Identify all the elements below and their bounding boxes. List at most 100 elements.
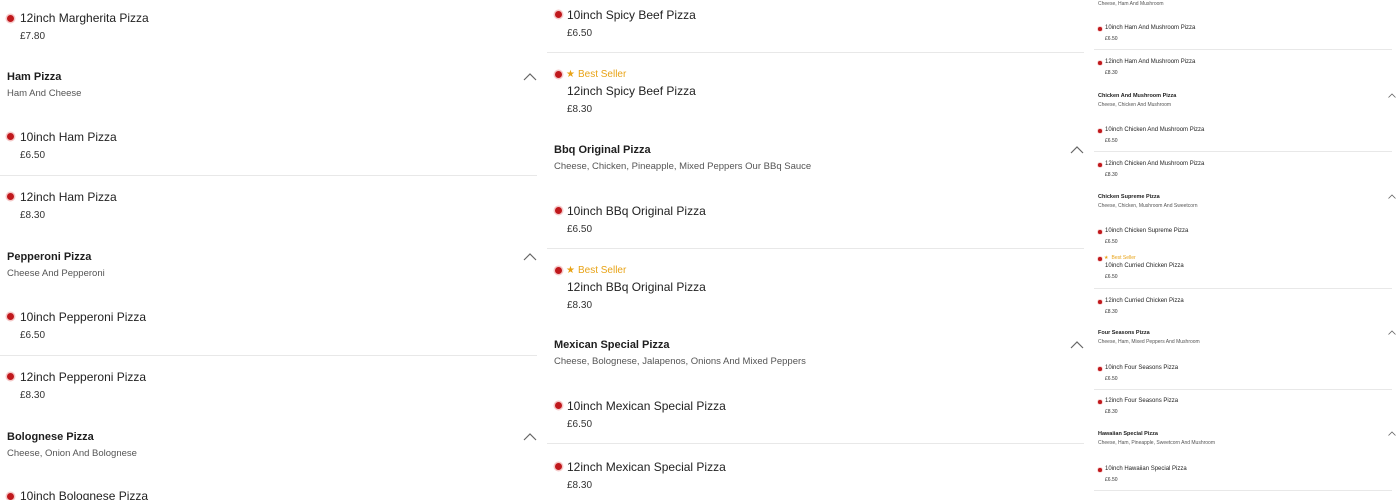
category-header[interactable]: Ham Pizza Ham And Cheese <box>0 62 537 110</box>
chevron-up-icon[interactable] <box>523 72 537 81</box>
item-name: 10inch Ham Pizza <box>20 130 117 144</box>
best-seller-badge: ★ Best Seller <box>566 69 626 80</box>
item-dot-icon <box>1098 300 1102 304</box>
item-dot-icon <box>555 11 562 18</box>
item-dot-icon <box>555 71 562 78</box>
item-name: 12inch Mexican Special Pizza <box>567 460 726 474</box>
category-description: Cheese And Pepperoni <box>7 268 105 279</box>
menu-item[interactable]: 10inch Bolognese Pizza <box>0 478 537 500</box>
item-price: £6.50 <box>1105 138 1118 144</box>
category-header[interactable]: Pepperoni Pizza Cheese And Pepperoni <box>0 242 537 290</box>
category-header[interactable]: Bbq Original Pizza Cheese, Chicken, Pine… <box>547 135 1084 183</box>
item-price: £8.30 <box>567 300 593 311</box>
menu-item[interactable]: 12inch Four Seasons Pizza £8.30 <box>1094 393 1392 419</box>
star-icon: ★ <box>1104 255 1109 261</box>
chevron-up-icon[interactable] <box>523 252 537 261</box>
chevron-up-icon[interactable] <box>1388 330 1396 335</box>
menu-item[interactable]: 10inch Four Seasons Pizza £6.50 <box>1094 360 1392 390</box>
item-price: £8.30 <box>20 210 46 221</box>
chevron-up-icon[interactable] <box>1070 145 1084 154</box>
category-title: Ham Pizza <box>7 71 62 83</box>
category-description: Cheese, Chicken And Mushroom <box>1098 102 1172 108</box>
category-title: Chicken And Mushroom Pizza <box>1098 93 1177 99</box>
menu-item[interactable]: 10inch Spicy Beef Pizza £6.50 <box>547 0 1084 53</box>
category-header[interactable]: Four Seasons Pizza Cheese, Ham, Mixed Pe… <box>1094 327 1396 349</box>
item-name: 10inch BBq Original Pizza <box>567 204 706 218</box>
item-price: £8.30 <box>567 480 593 491</box>
category-title: Pepperoni Pizza <box>7 251 92 263</box>
item-price: £8.30 <box>1105 309 1118 315</box>
badge-label: Best Seller <box>1111 255 1136 261</box>
item-name: 10inch Chicken Supreme Pizza <box>1105 228 1189 234</box>
item-price: £6.50 <box>567 224 593 235</box>
category-description: Cheese, Bolognese, Jalapenos, Onions And… <box>554 356 806 367</box>
menu-item[interactable]: 12inch Ham Pizza £8.30 <box>0 178 537 233</box>
chevron-up-icon[interactable] <box>523 432 537 441</box>
chevron-up-icon[interactable] <box>1388 194 1396 199</box>
menu-item[interactable]: 10inch Ham And Mushroom Pizza £6.50 <box>1094 20 1392 50</box>
menu-item[interactable]: 10inch Pepperoni Pizza £6.50 <box>0 298 537 356</box>
item-price: £8.30 <box>567 104 593 115</box>
category-title: Bbq Original Pizza <box>554 144 651 156</box>
item-price: £6.50 <box>1105 376 1118 382</box>
item-name: 10inch Bolognese Pizza <box>20 489 149 500</box>
item-name: 12inch Pepperoni Pizza <box>20 370 147 384</box>
category-description: Cheese, Ham, Pineapple, Sweetcorn And Mu… <box>1098 440 1216 446</box>
menu-item[interactable]: 12inch Curried Chicken Pizza £8.30 <box>1094 293 1392 319</box>
category-description: Cheese, Chicken, Pineapple, Mixed Pepper… <box>554 161 812 172</box>
menu-item[interactable]: 10inch BBq Original Pizza £6.50 <box>547 196 1084 249</box>
menu-item[interactable]: 12inch Pepperoni Pizza £8.30 <box>0 358 537 413</box>
item-dot-icon <box>1098 61 1102 65</box>
badge-label: Best Seller <box>577 69 627 80</box>
item-name: 12inch Ham And Mushroom Pizza <box>1105 59 1196 65</box>
menu-item[interactable]: ★ Best Seller 12inch BBq Original Pizza £… <box>547 256 1084 316</box>
menu-column-middle: 10inch Spicy Beef Pizza £6.50 ★ Best Sell… <box>547 0 1092 500</box>
menu-item[interactable]: ★ Best Seller 12inch Spicy Beef Pizza £8.… <box>547 60 1084 120</box>
best-seller-badge: ★ Best Seller <box>1104 255 1136 261</box>
best-seller-badge: ★ Best Seller <box>566 265 626 276</box>
item-name: 12inch Margherita Pizza <box>20 11 149 25</box>
badge-label: Best Seller <box>577 265 627 276</box>
item-dot-icon <box>1098 27 1102 31</box>
item-name: 10inch Ham And Mushroom Pizza <box>1105 25 1196 31</box>
menu-item[interactable]: 12inch Chicken And Mushroom Pizza £8.30 <box>1094 156 1392 182</box>
menu-item[interactable]: ★ Best Seller 10inch Curried Chicken Pizz… <box>1094 251 1392 289</box>
item-name: 10inch Curried Chicken Pizza <box>1105 263 1184 269</box>
item-name: 10inch Spicy Beef Pizza <box>567 8 696 22</box>
menu-item[interactable]: 10inch Chicken And Mushroom Pizza £6.50 <box>1094 122 1392 152</box>
category-title: Hawaiian Special Pizza <box>1098 431 1158 437</box>
chevron-up-icon[interactable] <box>1388 93 1396 98</box>
item-dot-icon <box>1098 367 1102 371</box>
chevron-up-icon[interactable] <box>1388 431 1396 436</box>
item-dot-icon <box>7 193 14 200</box>
item-dot-icon <box>7 373 14 380</box>
item-dot-icon <box>1098 468 1102 472</box>
category-title: Mexican Special Pizza <box>554 339 670 351</box>
category-header[interactable]: Hawaiian Special Pizza Cheese, Ham, Pine… <box>1094 428 1396 450</box>
item-name: 12inch Curried Chicken Pizza <box>1105 298 1184 304</box>
item-price: £8.30 <box>1105 70 1118 76</box>
menu-item[interactable]: 12inch Margherita Pizza £7.80 <box>0 0 537 50</box>
menu-item[interactable]: 12inch Ham And Mushroom Pizza £8.30 <box>1094 54 1392 80</box>
menu-column-left: 12inch Margherita Pizza £7.80 Ham Pizza … <box>0 0 545 500</box>
item-name: 12inch BBq Original Pizza <box>567 280 706 294</box>
menu-item[interactable]: 10inch Ham Pizza £6.50 <box>0 118 537 176</box>
item-dot-icon <box>1098 129 1102 133</box>
category-header[interactable]: Bolognese Pizza Cheese, Onion And Bologn… <box>0 422 537 470</box>
item-name: 10inch Pepperoni Pizza <box>20 310 147 324</box>
item-name: 10inch Mexican Special Pizza <box>567 399 726 413</box>
category-header[interactable]: Chicken And Mushroom Pizza Cheese, Chick… <box>1094 90 1396 112</box>
star-icon: ★ <box>566 69 575 80</box>
menu-item[interactable]: 12inch Mexican Special Pizza £8.30 <box>547 452 1084 500</box>
item-dot-icon <box>555 463 562 470</box>
item-price: £6.50 <box>567 419 593 430</box>
item-name: 12inch Spicy Beef Pizza <box>567 84 696 98</box>
chevron-up-icon[interactable] <box>1070 340 1084 349</box>
menu-item[interactable]: 10inch Mexican Special Pizza £6.50 <box>547 391 1084 444</box>
item-name: 10inch Hawaiian Special Pizza <box>1105 466 1187 472</box>
menu-item[interactable]: 10inch Chicken Supreme Pizza £6.50 <box>1094 223 1392 249</box>
category-description: Cheese, Ham And Mushroom <box>1098 1 1164 7</box>
menu-item[interactable]: 10inch Hawaiian Special Pizza £6.50 <box>1094 461 1392 491</box>
category-header[interactable]: Chicken Supreme Pizza Cheese, Chicken, M… <box>1094 191 1396 213</box>
category-header[interactable]: Mexican Special Pizza Cheese, Bolognese,… <box>547 330 1084 378</box>
